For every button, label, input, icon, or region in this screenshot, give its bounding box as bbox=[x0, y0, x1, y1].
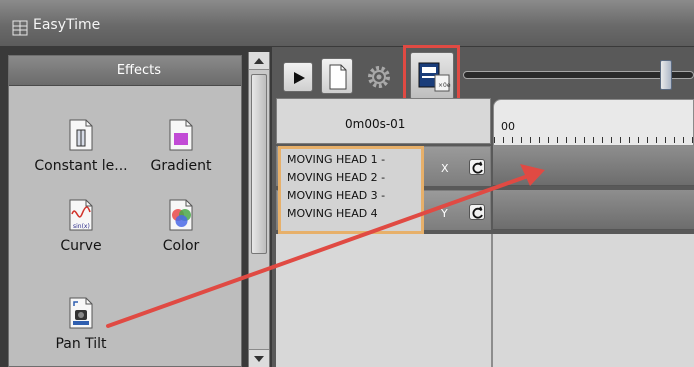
annotation-arrow bbox=[106, 164, 545, 328]
